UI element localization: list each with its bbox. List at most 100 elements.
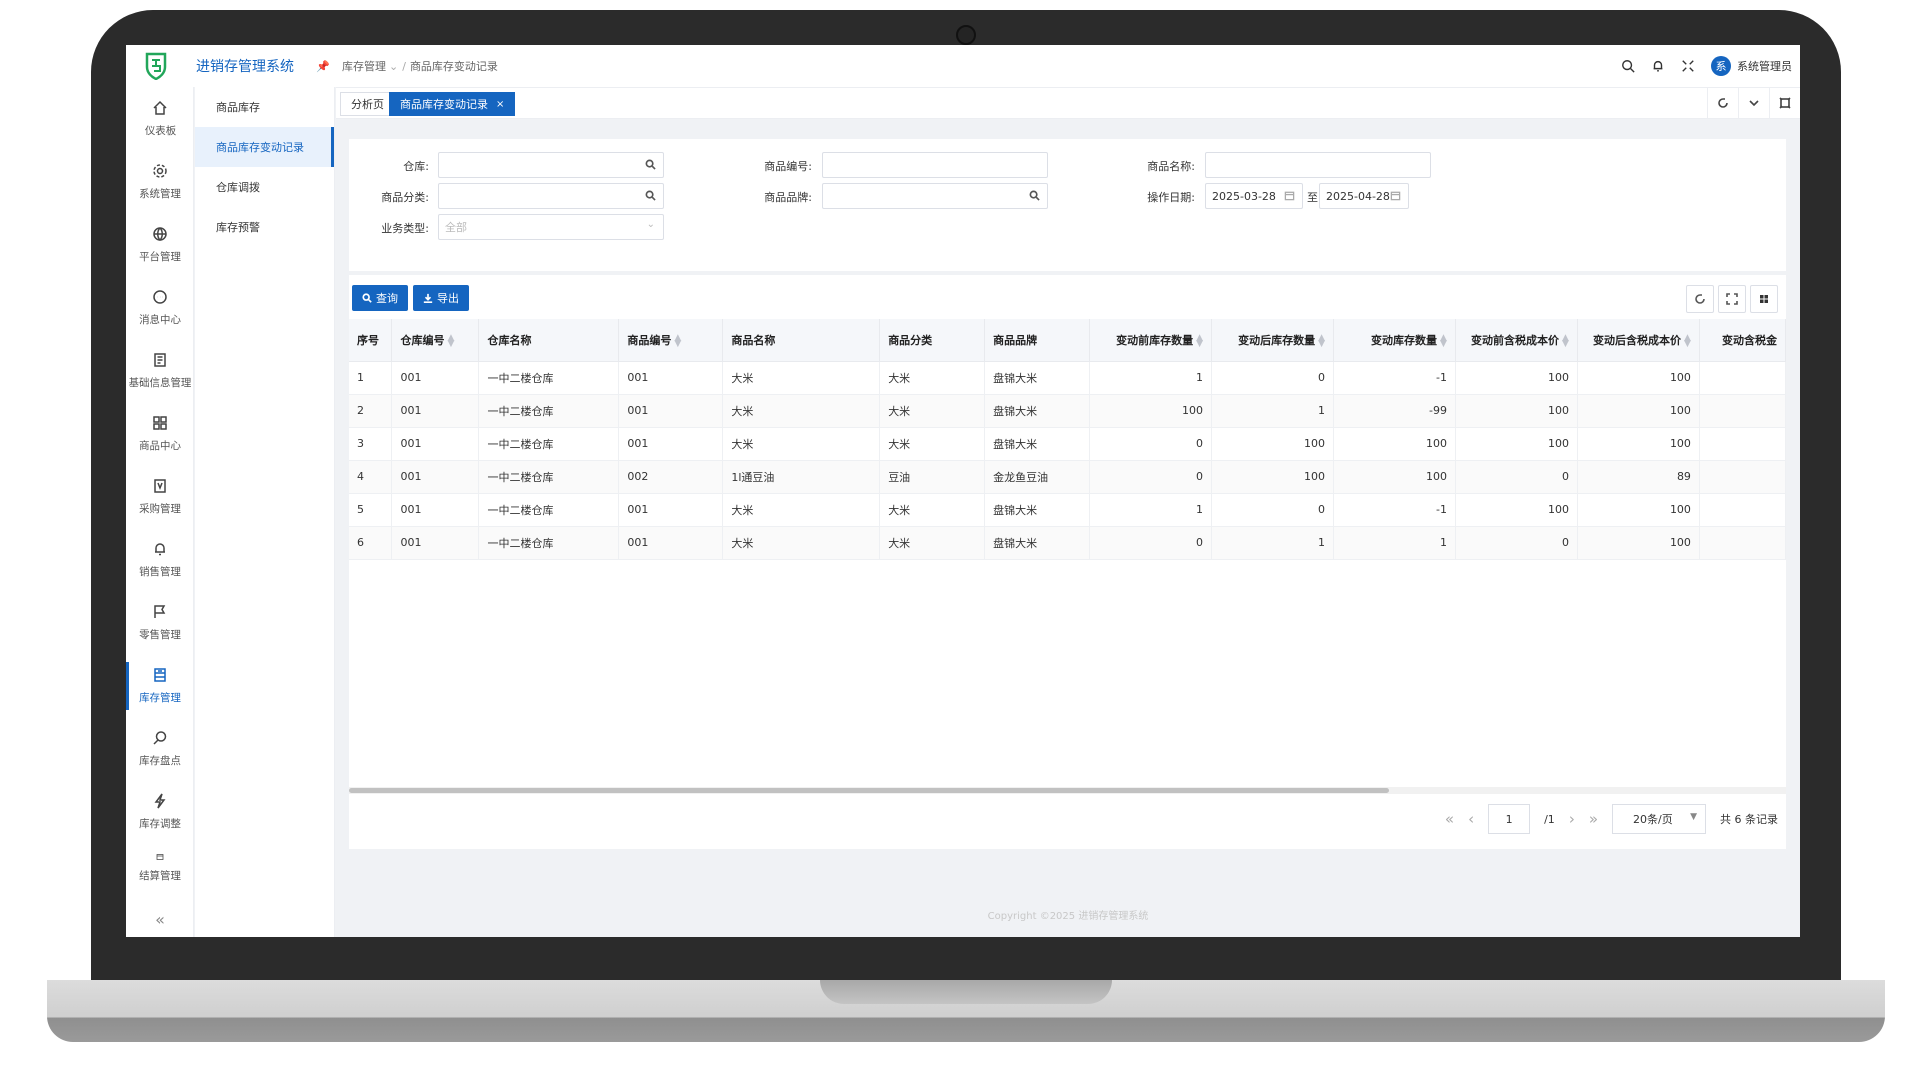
close-icon[interactable]: × [496,99,504,110]
refresh-tab-button[interactable] [1707,88,1738,118]
nav-item-platform[interactable]: 平台管理 [126,213,194,276]
user-name[interactable]: 系统管理员 [1737,58,1792,74]
table-cell: 大米 [879,526,986,560]
filter-panel: 仓库: 商品编号: 商品名称: 商品分类: 商品品牌: 操作日期: 2025-0… [349,139,1786,271]
nav-item-retail[interactable]: 零售管理 [126,591,194,654]
nav-item-adjustment[interactable]: 库存调整 [126,780,194,843]
pin-icon[interactable]: 📌 [316,60,330,73]
nav-item-system[interactable]: 系统管理 [126,150,194,213]
col-header-cost-before[interactable]: 变动前含税成本价 ▲ ▼ [1455,319,1578,362]
table-cell: 0 [1455,526,1578,560]
sort-icon[interactable]: ▲ ▼ [1440,333,1447,348]
avatar[interactable]: 系 [1711,56,1731,76]
subnav-item-alert[interactable]: 库存预警 [195,207,334,247]
col-header-product-code[interactable]: 商品编号 ▲ ▼ [618,319,724,362]
tab-stock-changes[interactable]: 商品库存变动记录 × [389,92,516,116]
subnav-item-stock-changes[interactable]: 商品库存变动记录 [195,127,334,167]
product-code-label: 商品编号: [764,160,812,173]
breadcrumb-parent[interactable]: 库存管理 [342,60,386,73]
sort-icon[interactable]: ▲ ▼ [1318,333,1325,348]
warehouse-input[interactable] [438,152,664,178]
table-cell: 100 [1211,427,1335,461]
search-icon[interactable] [645,190,656,204]
brand-input[interactable] [822,183,1048,209]
nav-item-settlement[interactable]: 结算管理 [126,843,194,883]
table-cell: 100 [1455,493,1578,527]
grid-icon [153,415,167,430]
sort-icon[interactable]: ▲ ▼ [1684,333,1691,348]
query-button[interactable]: 查询 [352,285,408,311]
col-header-qty-change[interactable]: 变动库存数量 ▲ ▼ [1333,319,1456,362]
nav-item-inventory[interactable]: 库存管理 [126,654,194,717]
nav-item-basic-info[interactable]: 基础信息管理 [126,339,194,402]
col-header-warehouse-code[interactable]: 仓库编号 ▲ ▼ [391,319,480,362]
table-cell: 100 [1211,460,1335,494]
col-header-qty-before[interactable]: 变动前库存数量 ▲ ▼ [1089,319,1213,362]
search-icon[interactable] [1621,59,1635,73]
sort-icon[interactable]: ▲ ▼ [447,333,454,348]
page-number-input[interactable]: 1 [1488,804,1531,834]
table-tools [1686,285,1778,313]
column-settings-button[interactable] [1750,285,1778,313]
table-row[interactable]: 2 001 一中二楼仓库 001 大米 大米 盘锦大米 100 1 -99 100 100 [349,394,1787,428]
collapse-sidebar-button[interactable]: « [126,910,194,929]
search-icon[interactable] [645,159,656,173]
biz-type-select[interactable]: 全部 ⌄ [438,214,664,240]
nav-item-stocktake[interactable]: 库存盘点 [126,717,194,780]
bell-icon[interactable] [1651,59,1665,73]
nav-item-sales[interactable]: 销售管理 [126,528,194,591]
col-header-cost-after[interactable]: 变动后含税成本价 ▲ ▼ [1577,319,1700,362]
pagination: « ‹ 1 /1 › » 20条/页 ▼ 共 6 条记录 [1445,803,1778,835]
category-input[interactable] [438,183,664,209]
nav-item-messages[interactable]: 消息中心 [126,276,194,339]
table-row[interactable]: 4 001 一中二楼仓库 002 1l通豆油 豆油 金龙鱼豆油 0 100 100 0 89 [349,460,1787,494]
subnav-item-stock[interactable]: 商品库存 [195,87,334,127]
tab-menu-button[interactable] [1738,88,1769,118]
date-end-input[interactable]: 2025-04-28 [1319,183,1409,209]
col-header-warehouse-name: 仓库名称 [478,319,620,362]
table-row[interactable]: 1 001 一中二楼仓库 001 大米 大米 盘锦大米 1 0 -1 100 100 [349,361,1787,395]
total-pages: /1 [1544,812,1555,826]
search-icon[interactable] [1029,190,1040,204]
last-page-icon[interactable]: » [1589,810,1598,828]
next-page-icon[interactable]: › [1569,810,1575,828]
horizontal-scrollbar[interactable] [349,787,1786,794]
table-row[interactable]: 5 001 一中二楼仓库 001 大米 大米 盘锦大米 1 0 -1 100 100 [349,493,1787,527]
table-cell: 0 [1211,493,1335,527]
refresh-table-button[interactable] [1686,285,1714,313]
col-header-qty-after[interactable]: 变动后库存数量 ▲ ▼ [1211,319,1335,362]
sort-icon[interactable]: ▲ ▼ [674,333,681,348]
product-code-input[interactable] [822,152,1048,178]
scrollbar-thumb[interactable] [349,788,1389,793]
maximize-icon [1779,97,1791,109]
table-cell: 001 [391,526,480,560]
table-cell [1699,427,1787,461]
maximize-button[interactable] [1769,88,1800,118]
sort-icon[interactable]: ▲ ▼ [1196,333,1203,348]
fullscreen-icon[interactable] [1681,59,1695,73]
table-cell: 1 [1211,526,1335,560]
record-summary: 共 6 条记录 [1720,813,1778,826]
sort-icon[interactable]: ▲ ▼ [1562,333,1569,348]
subnav-item-transfer[interactable]: 仓库调拨 [195,167,334,207]
caret-down-icon: ▼ [1690,812,1697,822]
first-page-icon[interactable]: « [1445,810,1454,828]
date-start-input[interactable]: 2025-03-28 [1205,183,1303,209]
fullscreen-icon [1726,293,1738,305]
tab-analysis[interactable]: 分析页 [340,92,395,116]
table-cell: 1 [1211,394,1335,428]
page-size-select[interactable]: 20条/页 ▼ [1612,804,1706,834]
export-button[interactable]: 导出 [413,285,469,311]
table-row[interactable]: 3 001 一中二楼仓库 001 大米 大米 盘锦大米 0 100 100 100 100 [349,427,1787,461]
product-name-input[interactable] [1205,152,1431,178]
nav-item-dashboard[interactable]: 仪表板 [126,87,194,150]
nav-item-purchase[interactable]: 采购管理 [126,465,194,528]
table-row[interactable]: 6 001 一中二楼仓库 001 大米 大米 盘锦大米 0 1 1 0 100 [349,526,1787,560]
prev-page-icon[interactable]: ‹ [1468,810,1474,828]
table-fullscreen-button[interactable] [1718,285,1746,313]
nav-item-products[interactable]: 商品中心 [126,402,194,465]
date-label: 操作日期: [1147,191,1195,204]
refresh-icon [1695,294,1705,304]
breadcrumb-current: 商品库存变动记录 [409,60,498,73]
table-cell: 大米 [722,394,881,428]
